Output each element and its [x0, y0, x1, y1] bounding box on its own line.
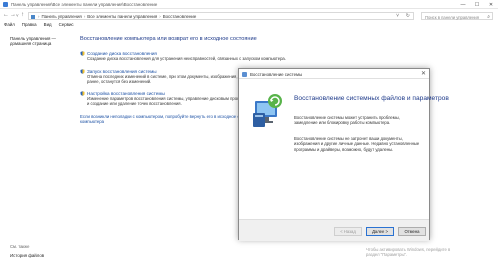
page-title: Восстановление компьютера или возврат ег… [80, 36, 257, 42]
recent-locations-icon[interactable]: ˅ [16, 13, 19, 18]
menu-bar: Файл Правка Вид Сервис [0, 22, 498, 29]
breadcrumb-separator: › [38, 14, 40, 19]
breadcrumb-item-control-panel[interactable]: Панель управления [41, 14, 81, 19]
search-placeholder: Поиск в панели управления [425, 14, 480, 20]
system-restore-illustration-icon [253, 94, 282, 127]
control-panel-icon [3, 2, 8, 7]
chevron-down-icon[interactable]: ˅ [396, 13, 399, 19]
activation-watermark: Чтобы активировать Windows, перейдите в … [366, 247, 450, 257]
window-controls: — ☐ ✕ [456, 0, 498, 9]
refresh-icon[interactable]: ↻ [406, 13, 410, 19]
reset-pc-link-line: компьютера [80, 119, 105, 125]
back-arrow-icon[interactable]: ← [3, 12, 9, 18]
shield-icon [80, 91, 85, 96]
menu-view[interactable]: Вид [44, 22, 52, 29]
cancel-button[interactable]: Отмена [398, 227, 426, 236]
dialog-title: Восстановление системы [250, 71, 303, 77]
sidebar: Панель управления — домашняя страница [10, 36, 70, 47]
back-button[interactable]: < Назад [334, 227, 362, 236]
watermark-line: раздел "Параметры". [366, 252, 408, 258]
shield-icon [80, 69, 85, 74]
dialog-body: Восстановление системных файлов и параме… [239, 79, 449, 219]
system-restore-dialog: Восстановление системы ✕ Восстановление … [238, 68, 449, 241]
sidebar-item-file-history[interactable]: История файлов [10, 253, 44, 258]
dialog-titlebar[interactable]: Восстановление системы ✕ [239, 69, 429, 79]
breadcrumb-separator: › [83, 14, 86, 19]
window-titlebar: Панель управления\Все элементы панели уп… [0, 0, 498, 9]
breadcrumb-item-all-items[interactable]: Все элементы панели управления [87, 14, 157, 19]
sidebar-home-line: домашняя страница [10, 41, 52, 47]
option-configure-restore: Настройка восстановления системы Изменен… [80, 91, 259, 107]
dialog-paragraph: Восстановление системы не затронет ваши … [294, 136, 420, 152]
breadcrumb-separator: › [159, 14, 161, 19]
minimize-button[interactable]: — [456, 0, 470, 9]
dialog-footer: < Назад Далее > Отмена [239, 219, 429, 241]
reset-pc-link-line: Если возникли неполадки с компьютером, п… [80, 114, 258, 119]
menu-tools[interactable]: Сервис [59, 22, 74, 29]
reset-pc-link[interactable]: Если возникли неполадки с компьютером, п… [80, 114, 258, 124]
menu-file[interactable]: Файл [4, 22, 15, 29]
breadcrumb: › Панель управления › Все элементы панел… [38, 14, 196, 19]
dialog-paragraph: Восстановление системы может устранить п… [294, 115, 400, 126]
next-button[interactable]: Далее > [366, 227, 394, 236]
close-button[interactable]: ✕ [484, 0, 498, 9]
dialog-heading: Восстановление системных файлов и параме… [294, 95, 449, 102]
control-panel-icon [31, 14, 35, 19]
main-content: Восстановление компьютера или возврат ег… [80, 36, 410, 124]
option-description: и создание или удаление точек восстановл… [87, 101, 182, 107]
see-also-label: См. также [10, 244, 30, 249]
window-title: Панель управления\Все элементы панели уп… [11, 2, 158, 7]
dialog-close-button[interactable]: ✕ [421, 70, 426, 77]
option-recovery-drive: Создание диска восстановления Создание д… [80, 51, 286, 61]
address-row: ← → ˅ ↑ › Панель управления › Все элемен… [0, 10, 498, 22]
breadcrumb-item-recovery[interactable]: Восстановление [163, 14, 197, 19]
maximize-button[interactable]: ☐ [470, 0, 484, 9]
menu-edit[interactable]: Правка [22, 22, 37, 29]
search-icon[interactable]: ⌕ [487, 14, 490, 20]
search-input[interactable]: Поиск в панели управления ⌕ [421, 12, 493, 20]
sidebar-home-link[interactable]: Панель управления — домашняя страница [10, 36, 70, 47]
shield-icon [80, 51, 85, 56]
address-bar[interactable]: › Панель управления › Все элементы панел… [28, 12, 414, 20]
system-restore-icon [242, 71, 247, 77]
option-description: Создание диска восстановления для устран… [87, 56, 286, 61]
up-arrow-icon[interactable]: ↑ [21, 12, 24, 18]
